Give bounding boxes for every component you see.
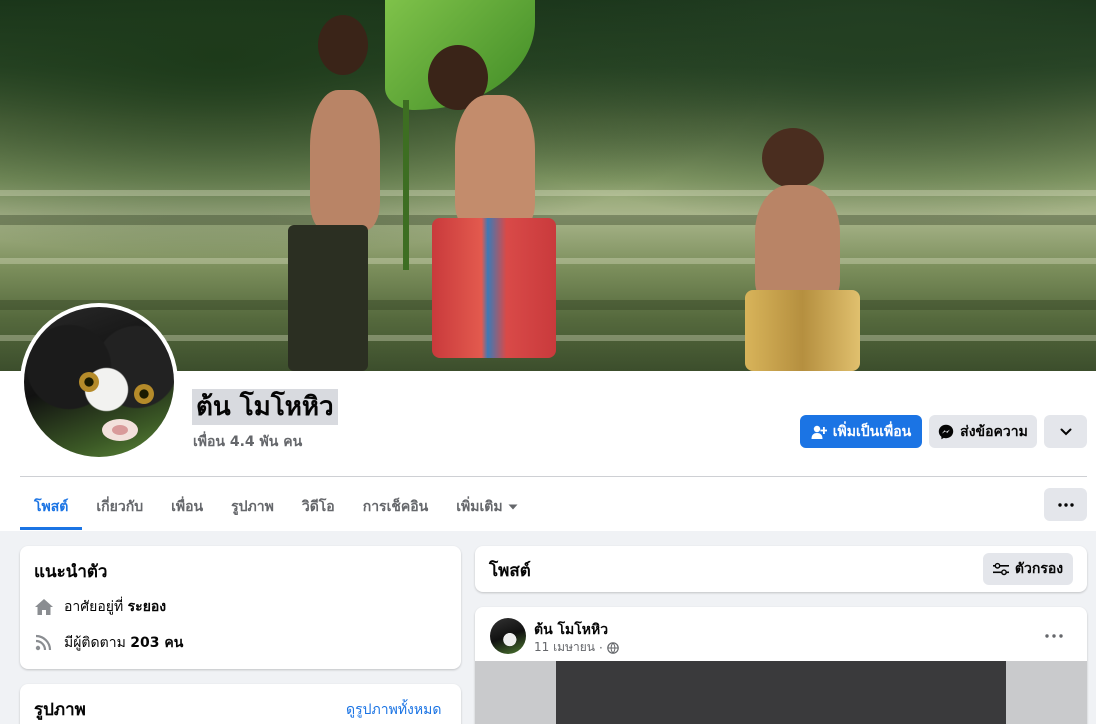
add-friend-button[interactable]: เพิ่มเป็นเพื่อน	[800, 415, 922, 448]
ellipsis-icon	[1057, 502, 1074, 507]
tab-videos[interactable]: วิดีโอ	[288, 484, 349, 530]
post-media-area[interactable]	[475, 661, 1087, 724]
tab-friends[interactable]: เพื่อน	[157, 484, 217, 530]
lives-in-row: อาศัยอยู่ที่ ระยอง	[34, 596, 166, 618]
ellipsis-icon	[1045, 634, 1063, 638]
post-image	[556, 661, 1006, 724]
followers-row: มีผู้ติดตาม 203 คน	[34, 632, 183, 654]
tab-label: วิดีโอ	[301, 499, 335, 515]
messenger-icon	[938, 424, 954, 439]
profile-name: ต้น โมโหหิว	[192, 389, 338, 425]
filter-sliders-icon	[992, 562, 1009, 576]
tab-about[interactable]: เกี่ยวกับ	[82, 484, 157, 530]
header-divider	[20, 476, 1087, 477]
tab-label: รูปภาพ	[231, 499, 274, 515]
tabs-more-button[interactable]	[1044, 488, 1087, 521]
lives-in-place[interactable]: ระยอง	[128, 599, 167, 615]
post-options-button[interactable]	[1045, 623, 1063, 642]
caret-down-icon	[508, 504, 518, 510]
profile-tabs: โพสต์ เกี่ยวกับ เพื่อน รูปภาพ วิดีโอ การ…	[20, 484, 532, 530]
tab-photos[interactable]: รูปภาพ	[217, 484, 288, 530]
avatar-image	[24, 307, 174, 457]
add-friend-icon	[811, 425, 827, 439]
globe-icon	[607, 641, 619, 654]
posts-title: โพสต์	[489, 561, 531, 581]
tab-posts[interactable]: โพสต์	[20, 484, 83, 530]
tab-label: โพสต์	[34, 499, 69, 515]
cover-photo[interactable]	[0, 0, 1096, 371]
followers-prefix: มีผู้ติดตาม	[64, 635, 131, 651]
followers-text: มีผู้ติดตาม 203 คน	[64, 632, 183, 654]
tab-label: เกี่ยวกับ	[96, 499, 144, 515]
post-date[interactable]: 11 เมษายน	[534, 638, 595, 657]
add-friend-label: เพิ่มเป็นเพื่อน	[832, 423, 912, 440]
intro-title: แนะนำตัว	[34, 562, 108, 582]
post-card: ต้น โมโหหิว 11 เมษายน ·	[475, 607, 1087, 724]
message-button[interactable]: ส่งข้อความ	[929, 415, 1037, 448]
message-label: ส่งข้อความ	[960, 423, 1028, 440]
filter-label: ตัวกรอง	[1014, 561, 1064, 577]
dot-separator: ·	[598, 640, 603, 655]
chevron-down-icon	[1060, 428, 1071, 435]
post-meta: 11 เมษายน ·	[534, 638, 619, 657]
photos-title: รูปภาพ	[34, 700, 86, 720]
followers-count[interactable]: 203 คน	[130, 635, 183, 651]
tab-label: เพิ่มเติม	[456, 499, 503, 515]
post-author-avatar[interactable]	[490, 618, 526, 654]
rss-followers-icon	[35, 634, 52, 651]
lives-in-text: อาศัยอยู่ที่ ระยอง	[64, 596, 166, 618]
posts-header-card: โพสต์ ตัวกรอง	[475, 546, 1087, 592]
tab-label: การเช็คอิน	[362, 499, 429, 515]
see-all-photos-link[interactable]: ดูรูปภาพทั้งหมด	[346, 699, 441, 721]
tab-label: เพื่อน	[171, 499, 204, 515]
tab-more[interactable]: เพิ่มเติม	[442, 484, 531, 530]
more-actions-button[interactable]	[1044, 415, 1087, 448]
friends-count[interactable]: เพื่อน 4.4 พัน คน	[193, 431, 302, 453]
filter-button[interactable]: ตัวกรอง	[983, 553, 1073, 585]
profile-avatar[interactable]	[20, 303, 178, 461]
tab-checkins[interactable]: การเช็คอิน	[349, 484, 443, 530]
photos-card: รูปภาพ ดูรูปภาพทั้งหมด	[20, 684, 461, 724]
intro-card: แนะนำตัว อาศัยอยู่ที่ ระยอง มีผู้ติดตาม …	[20, 546, 461, 669]
lives-in-prefix: อาศัยอยู่ที่	[64, 599, 128, 615]
home-icon	[35, 599, 53, 615]
